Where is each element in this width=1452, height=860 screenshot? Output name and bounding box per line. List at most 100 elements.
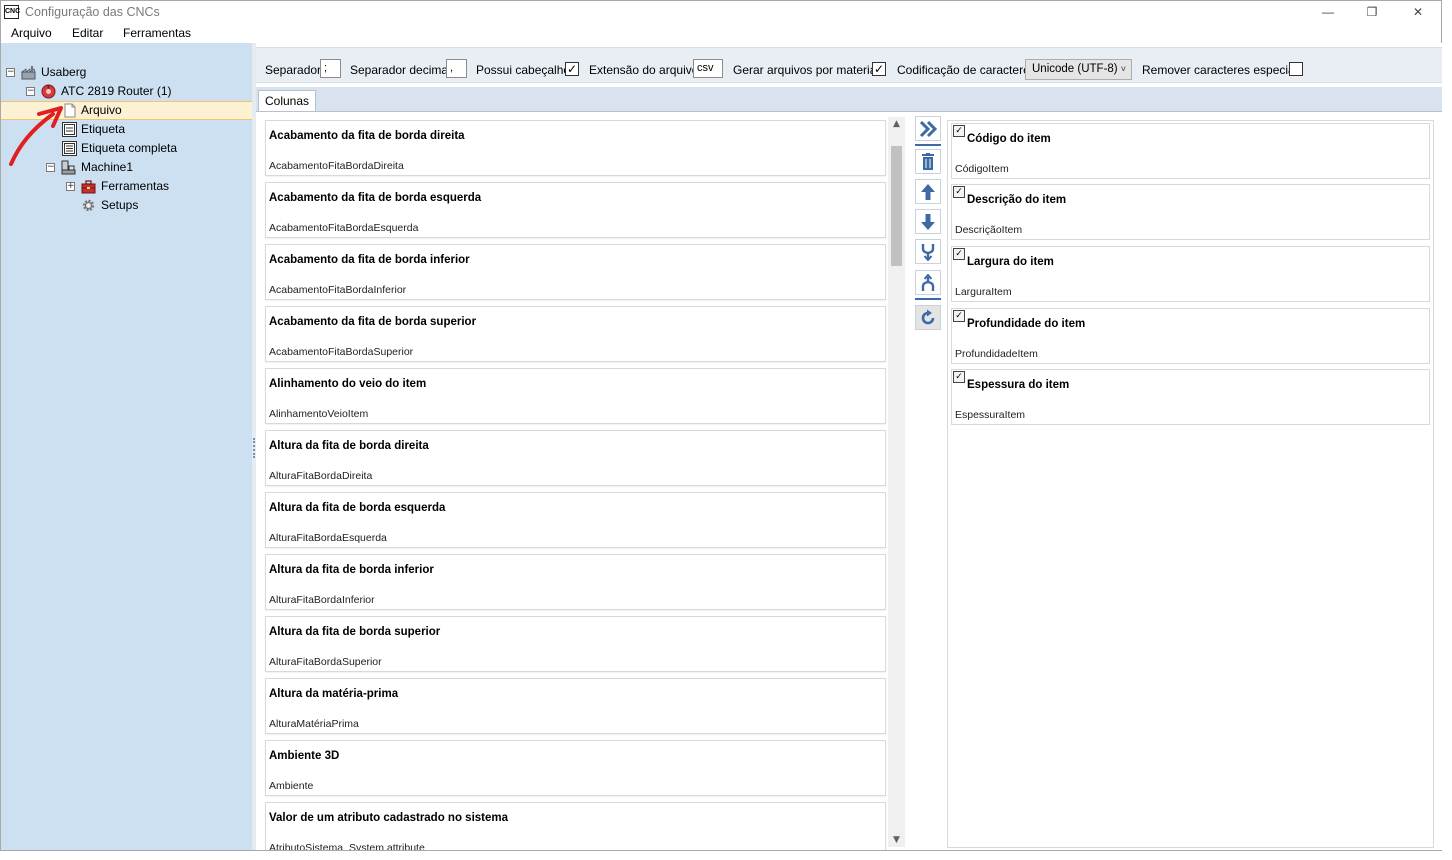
menu-bar: Arquivo Editar Ferramentas: [1, 23, 1441, 43]
main-panel: Separador ; Separador decimal , Possui c…: [256, 43, 1442, 850]
tab-strip: Colunas: [256, 87, 1442, 112]
codificacao-value: Unicode (UTF-8): [1032, 63, 1118, 75]
list-item[interactable]: ✓ Espessura do item EspessuraItem: [951, 369, 1430, 425]
menu-editar[interactable]: Editar: [72, 26, 103, 40]
action-separator: [915, 298, 941, 300]
arrow-up-icon: [921, 183, 935, 200]
list-item[interactable]: Valor de um atributo cadastrado no siste…: [265, 802, 886, 850]
expand-icon[interactable]: +: [66, 182, 75, 191]
merge-columns-button[interactable]: [915, 239, 941, 264]
list-item[interactable]: Altura da fita de borda direita AlturaFi…: [265, 430, 886, 486]
list-item[interactable]: Altura da fita de borda esquerda AlturaF…: [265, 492, 886, 548]
expand-checkbox-icon[interactable]: ✓: [953, 371, 965, 383]
column-title: Descrição do item: [967, 194, 1067, 206]
column-title: Código do item: [967, 133, 1051, 145]
minimize-button[interactable]: —: [1313, 3, 1343, 21]
column-key: AlturaFitaBordaSuperior: [269, 656, 382, 668]
column-title: Ambiente 3D: [269, 750, 340, 762]
scroll-up-icon[interactable]: ▲: [888, 117, 905, 131]
collapse-icon[interactable]: −: [46, 163, 55, 172]
column-key: AcabamentoFitaBordaEsquerda: [269, 222, 419, 234]
move-up-button[interactable]: [915, 179, 941, 204]
list-item[interactable]: Alinhamento do veio do item AlinhamentoV…: [265, 368, 886, 424]
list-item[interactable]: ✓ Descrição do item DescriçãoItem: [951, 184, 1430, 240]
arrow-down-icon: [921, 213, 935, 230]
add-column-button[interactable]: [915, 116, 941, 141]
split-column-button[interactable]: [915, 270, 941, 295]
separador-decimal-input[interactable]: ,: [446, 59, 467, 78]
main-window: CNC Configuração das CNCs — ❐ ✕ Arquivo …: [0, 0, 1442, 851]
move-down-button[interactable]: [915, 209, 941, 234]
column-title: Altura da fita de borda superior: [269, 626, 441, 638]
possui-cabecalho-checkbox[interactable]: ✓: [565, 62, 579, 76]
column-title: Alinhamento do veio do item: [269, 378, 427, 390]
list-item[interactable]: Altura da fita de borda superior AlturaF…: [265, 616, 886, 672]
column-title: Valor de um atributo cadastrado no siste…: [269, 812, 509, 824]
column-key: CódigoItem: [955, 163, 1009, 175]
list-item[interactable]: Acabamento da fita de borda esquerda Aca…: [265, 182, 886, 238]
column-key: AlinhamentoVeioItem: [269, 408, 369, 420]
expand-checkbox-icon[interactable]: ✓: [953, 248, 965, 260]
merge-icon: [921, 243, 935, 261]
window-title: Configuração das CNCs: [25, 5, 160, 19]
column-key: AlturaFitaBordaEsquerda: [269, 532, 387, 544]
expand-checkbox-icon[interactable]: ✓: [953, 186, 965, 198]
column-actions: [914, 112, 942, 342]
scroll-down-icon[interactable]: ▼: [888, 833, 905, 847]
list-item[interactable]: Ambiente 3D Ambiente: [265, 740, 886, 796]
collapse-icon[interactable]: −: [6, 68, 15, 77]
tab-colunas[interactable]: Colunas: [258, 90, 317, 112]
codificacao-select[interactable]: Unicode (UTF-8) ˅: [1025, 59, 1132, 80]
list-item[interactable]: ✓ Largura do item LarguraItem: [951, 246, 1430, 302]
column-key: AlturaMatériaPrima: [269, 718, 359, 730]
tree-label: Machine1: [81, 160, 134, 174]
extensao-input[interactable]: csv: [693, 59, 723, 78]
menu-ferramentas[interactable]: Ferramentas: [123, 26, 191, 40]
tree-label: Arquivo: [81, 103, 122, 117]
factory-icon: [20, 65, 36, 80]
column-title: Altura da fita de borda inferior: [269, 564, 434, 576]
column-title: Espessura do item: [967, 379, 1070, 391]
column-title: Altura da fita de borda esquerda: [269, 502, 446, 514]
column-key: AlturaFitaBordaInferior: [269, 594, 375, 606]
refresh-button[interactable]: [915, 305, 941, 330]
maximize-button[interactable]: ❐: [1357, 3, 1387, 21]
column-key: DescriçãoItem: [955, 224, 1023, 236]
scrollbar-thumb[interactable]: [891, 146, 902, 266]
available-columns-scrollbar[interactable]: ▲ ▼: [888, 117, 905, 847]
double-chevron-right-icon: [919, 120, 938, 137]
list-item[interactable]: Acabamento da fita de borda superior Aca…: [265, 306, 886, 362]
collapse-icon[interactable]: −: [26, 87, 35, 96]
expand-checkbox-icon[interactable]: ✓: [953, 310, 965, 322]
remover-checkbox[interactable]: [1289, 62, 1303, 76]
remove-column-button[interactable]: [915, 149, 941, 174]
machine-icon: [61, 160, 76, 175]
tree-label: Etiqueta completa: [81, 141, 178, 155]
tree-label: ATC 2819 Router (1): [61, 84, 172, 98]
list-item[interactable]: Altura da fita de borda inferior AlturaF…: [265, 554, 886, 610]
label-icon: [62, 122, 77, 137]
available-columns-list[interactable]: Acabamento da fita de borda direita Acab…: [262, 120, 907, 850]
selected-columns-list[interactable]: ✓ Código do item CódigoItem ✓ Descrição …: [947, 120, 1434, 848]
column-title: Altura da fita de borda direita: [269, 440, 429, 452]
list-item[interactable]: ✓ Profundidade do item ProfundidadeItem: [951, 308, 1430, 364]
menu-arquivo[interactable]: Arquivo: [11, 26, 52, 40]
label-icon: [62, 141, 77, 156]
possui-cabecalho-label: Possui cabeçalho: [476, 63, 571, 77]
column-title: Altura da matéria-prima: [269, 688, 399, 700]
separador-label: Separador: [265, 63, 322, 77]
list-item[interactable]: Acabamento da fita de borda inferior Aca…: [265, 244, 886, 300]
expand-checkbox-icon[interactable]: ✓: [953, 125, 965, 137]
close-button[interactable]: ✕: [1403, 3, 1433, 21]
refresh-icon: [921, 309, 935, 324]
list-item[interactable]: Acabamento da fita de borda direita Acab…: [265, 120, 886, 176]
gerar-arquivos-checkbox[interactable]: ✓: [872, 62, 886, 76]
list-item[interactable]: ✓ Código do item CódigoItem: [951, 123, 1430, 179]
separador-input[interactable]: ;: [320, 59, 341, 78]
extensao-label: Extensão do arquivo: [589, 63, 699, 77]
configuration-tree: − Usaberg − ATC 2819 Router (1) Arquivo …: [1, 43, 252, 850]
list-item[interactable]: Altura da matéria-prima AlturaMatériaPri…: [265, 678, 886, 734]
column-key: EspessuraItem: [955, 409, 1026, 421]
split-icon: [921, 273, 935, 291]
column-title: Largura do item: [967, 256, 1054, 268]
